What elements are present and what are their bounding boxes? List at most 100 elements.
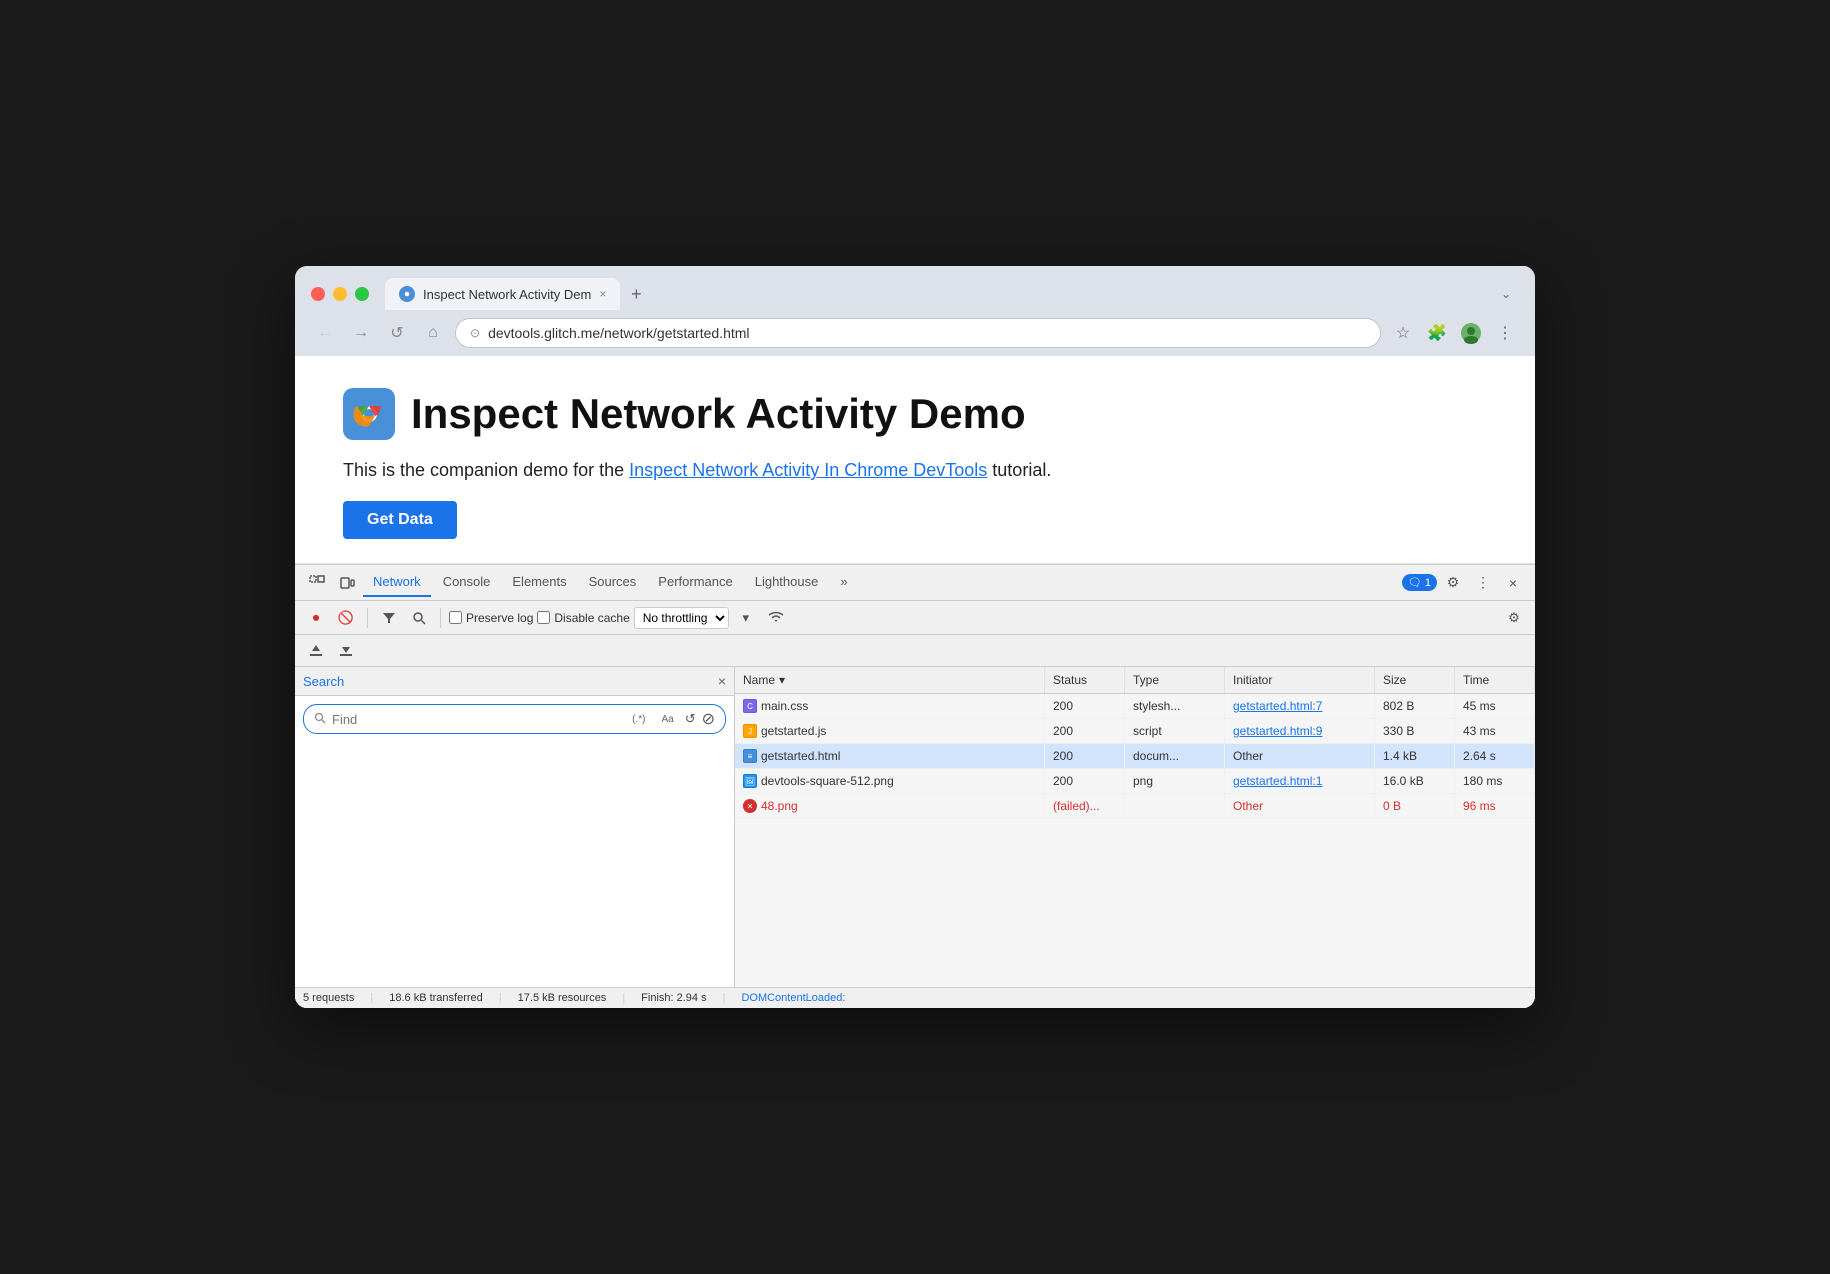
tab-elements[interactable]: Elements: [502, 568, 576, 597]
tab-list-dropdown[interactable]: ⌄: [1493, 279, 1519, 309]
devtools-body: Search × (.*): [295, 667, 1535, 987]
header-initiator: Initiator: [1225, 667, 1375, 693]
back-button[interactable]: ←: [311, 319, 339, 347]
minimize-button[interactable]: [333, 287, 347, 301]
chrome-logo: [343, 388, 395, 440]
get-data-button[interactable]: Get Data: [343, 501, 457, 539]
cell-time: 45 ms: [1455, 694, 1535, 718]
status-requests: 5 requests: [303, 992, 354, 1004]
status-finish: Finish: 2.94 s: [641, 992, 706, 1004]
cell-initiator: getstarted.html:1: [1225, 769, 1375, 793]
new-tab-button[interactable]: +: [620, 278, 652, 310]
cell-time: 96 ms: [1455, 794, 1535, 818]
device-toolbar-button[interactable]: [333, 569, 361, 597]
table-row[interactable]: 🖼 devtools-square-512.png 200 png getsta…: [735, 769, 1535, 794]
search-header: Search ×: [295, 667, 734, 696]
cell-time: 43 ms: [1455, 719, 1535, 743]
table-row[interactable]: C main.css 200 stylesh... getstarted.htm…: [735, 694, 1535, 719]
header-name: Name ▾: [735, 667, 1045, 693]
regex-button[interactable]: (.*): [627, 711, 650, 728]
console-badge-icon: 🗨: [1408, 577, 1425, 589]
error-icon: ✕: [743, 799, 757, 813]
upload-har-button[interactable]: [303, 638, 329, 664]
throttle-select[interactable]: No throttling: [634, 607, 729, 629]
search-toggle-button[interactable]: [406, 605, 432, 631]
cell-type: stylesh...: [1125, 694, 1225, 718]
search-clear-button[interactable]: ⊘: [702, 709, 715, 729]
header-type: Type: [1125, 667, 1225, 693]
more-options-button[interactable]: ⋮: [1469, 569, 1497, 597]
url-text: devtools.glitch.me/network/getstarted.ht…: [488, 325, 1366, 341]
reload-button[interactable]: ↺: [383, 319, 411, 347]
devtools-statusbar: 5 requests | 18.6 kB transferred | 17.5 …: [295, 987, 1535, 1008]
devtools-toolbar: Network Console Elements Sources Perform…: [295, 565, 1535, 601]
network-toolbar: ⏺ 🚫 Preserve log: [295, 601, 1535, 635]
subtitle-before: This is the companion demo for the: [343, 460, 629, 480]
active-tab[interactable]: Inspect Network Activity Dem ×: [385, 278, 620, 310]
extensions-button[interactable]: 🧩: [1423, 319, 1451, 347]
cell-type: script: [1125, 719, 1225, 743]
devtools-panel: Network Console Elements Sources Perform…: [295, 564, 1535, 1008]
search-input[interactable]: [332, 712, 621, 727]
cell-type: [1125, 794, 1225, 818]
tab-more[interactable]: »: [830, 568, 857, 597]
page-title: Inspect Network Activity Demo: [411, 391, 1026, 437]
page-subtitle: This is the companion demo for the Inspe…: [343, 460, 1487, 481]
bookmark-button[interactable]: ☆: [1389, 319, 1417, 347]
maximize-button[interactable]: [355, 287, 369, 301]
network-table: Name ▾ Status Type Initiator: [735, 667, 1535, 987]
nav-actions: ☆ 🧩 ⋮: [1389, 319, 1519, 347]
subtitle-link[interactable]: Inspect Network Activity In Chrome DevTo…: [629, 460, 987, 480]
close-button[interactable]: [311, 287, 325, 301]
tab-favicon: [399, 286, 415, 302]
record-button[interactable]: ⏺: [303, 605, 329, 631]
preserve-log-checkbox[interactable]: Preserve log: [449, 611, 533, 625]
search-refresh-button[interactable]: ↺: [685, 711, 696, 727]
cell-status: 200: [1045, 694, 1125, 718]
tab-bar: Inspect Network Activity Dem × +: [385, 278, 1481, 310]
home-button[interactable]: ⌂: [419, 319, 447, 347]
page-content: Inspect Network Activity Demo This is th…: [295, 356, 1535, 564]
tab-lighthouse[interactable]: Lighthouse: [745, 568, 829, 597]
header-status: Status: [1045, 667, 1125, 693]
download-har-button[interactable]: [333, 638, 359, 664]
filter-button[interactable]: [376, 605, 402, 631]
tab-close-button[interactable]: ×: [599, 287, 606, 301]
network-table-header: Name ▾ Status Type Initiator: [735, 667, 1535, 694]
cell-size: 802 B: [1375, 694, 1455, 718]
table-row[interactable]: J getstarted.js 200 script getstarted.ht…: [735, 719, 1535, 744]
inspect-element-button[interactable]: [303, 569, 331, 597]
tab-performance[interactable]: Performance: [648, 568, 742, 597]
cell-name: ≡ getstarted.html: [735, 744, 1045, 768]
throttle-dropdown[interactable]: ▾: [733, 605, 759, 631]
content-area: Inspect Network Activity Demo This is th…: [295, 356, 1535, 1008]
wifi-button[interactable]: [763, 605, 789, 631]
case-sensitive-button[interactable]: Aa: [656, 711, 678, 728]
address-bar[interactable]: ⊙ devtools.glitch.me/network/getstarted.…: [455, 318, 1381, 348]
search-input-wrapper: (.*) Aa ↺ ⊘: [303, 704, 726, 734]
cell-size: 330 B: [1375, 719, 1455, 743]
table-row[interactable]: ✕ 48.png (failed)... Other 0 B 96 ms: [735, 794, 1535, 819]
security-icon: ⊙: [470, 326, 480, 340]
disable-cache-checkbox[interactable]: Disable cache: [537, 611, 629, 625]
cell-type: docum...: [1125, 744, 1225, 768]
header-size: Size: [1375, 667, 1455, 693]
tab-sources[interactable]: Sources: [579, 568, 647, 597]
status-resources: 17.5 kB resources: [518, 992, 607, 1004]
browser-menu-button[interactable]: ⋮: [1491, 319, 1519, 347]
settings-button[interactable]: ⚙: [1439, 569, 1467, 597]
browser-window: Inspect Network Activity Dem × + ⌄ ← → ↺…: [295, 266, 1535, 1008]
cell-size: 1.4 kB: [1375, 744, 1455, 768]
clear-button[interactable]: 🚫: [333, 605, 359, 631]
network-settings-button[interactable]: ⚙: [1501, 605, 1527, 631]
cell-status: (failed)...: [1045, 794, 1125, 818]
tab-network[interactable]: Network: [363, 568, 431, 597]
tab-console[interactable]: Console: [433, 568, 501, 597]
devtools-close-button[interactable]: ×: [1499, 569, 1527, 597]
table-row[interactable]: ≡ getstarted.html 200 docum... Other 1.4…: [735, 744, 1535, 769]
profile-avatar[interactable]: [1457, 319, 1485, 347]
css-icon: C: [743, 699, 757, 713]
tab-title: Inspect Network Activity Dem: [423, 287, 591, 302]
search-close-button[interactable]: ×: [718, 673, 726, 689]
forward-button[interactable]: →: [347, 319, 375, 347]
